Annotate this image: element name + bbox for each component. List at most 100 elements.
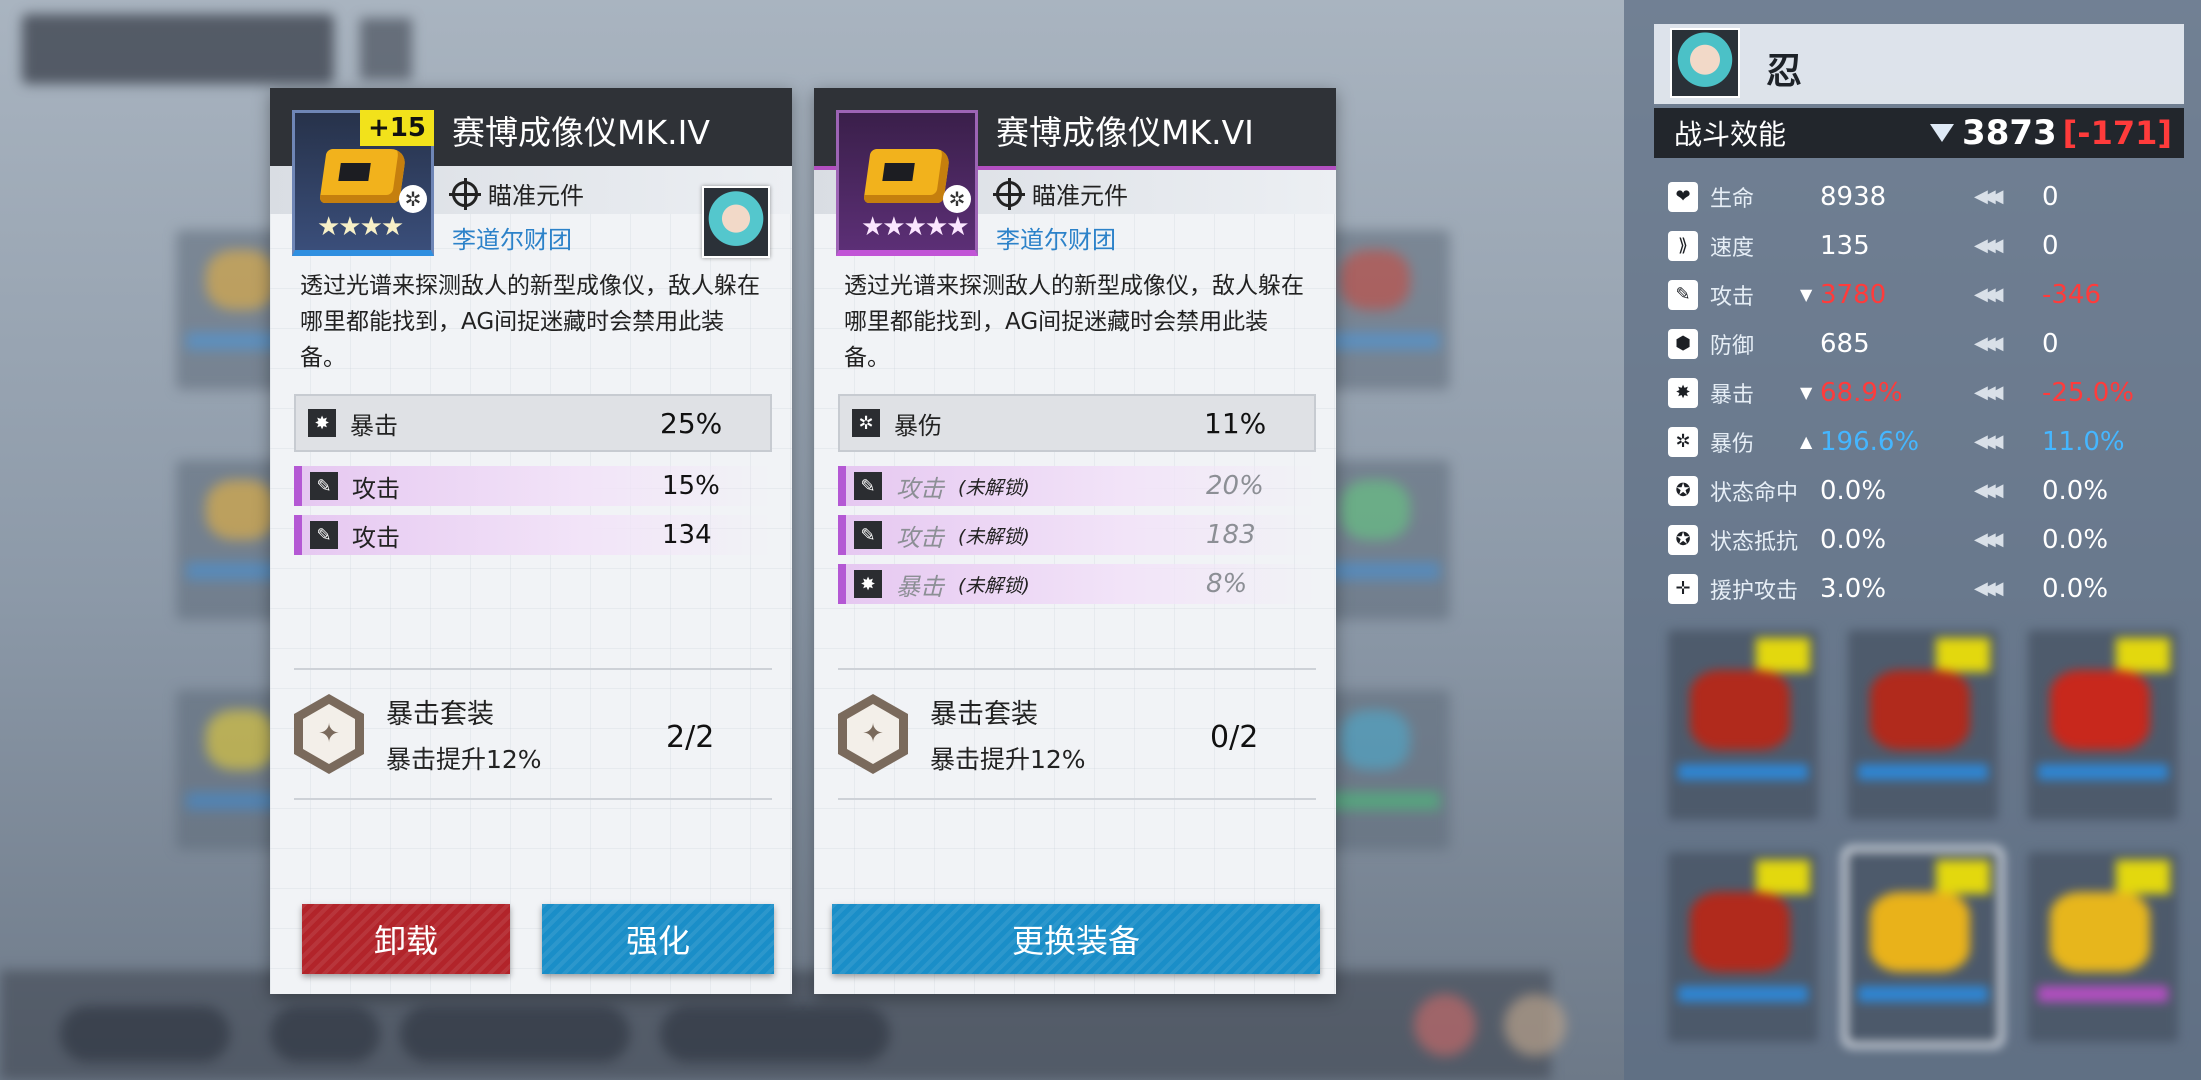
stat-value: 0.0%	[1820, 475, 1887, 506]
sub-stat-lock: (未解锁)	[958, 525, 1030, 548]
attack-icon: ✎	[310, 521, 338, 549]
compare-arrow-icon: ◀◀◀	[1974, 382, 2004, 403]
sub-stat: ✎ 攻击 (未解锁) 183	[838, 515, 1316, 555]
sub-stat-name: 攻击	[352, 523, 400, 552]
item-manufacturer: 李道尔财团	[996, 226, 1116, 254]
set-count: 0/2	[1210, 720, 1259, 755]
item-level-badge: +15	[360, 110, 434, 146]
item-type-label: 瞄准元件	[1032, 182, 1128, 210]
status-resist-icon: ✪	[1668, 524, 1698, 555]
item-icon: ✲ ★★★★ +15	[292, 110, 434, 256]
combat-power-bar: 战斗效能 3873 [-171]	[1654, 108, 2184, 158]
equipment-type-icon: ✲	[399, 185, 427, 213]
defense-icon: ⬢	[1668, 328, 1698, 359]
enhance-button[interactable]: 强化	[542, 904, 774, 974]
compare-item-card: ✲ ★★★★★ 赛博成像仪MK.VI 瞄准元件 李道尔财团 透过光谱来探测敌人的…	[814, 88, 1336, 994]
set-effect: 暴击提升12%	[386, 745, 542, 774]
stat-row: ⬢ 防御 685 ◀◀◀ 0	[1654, 319, 2184, 368]
stat-value: 3.0%	[1820, 573, 1887, 604]
attack-icon: ✎	[854, 521, 882, 549]
stat-list: ❤ 生命 8938 ◀◀◀ 0 ⟫ 速度 135 ◀◀◀ 0 ✎ 攻击 ▼ 3780 ◀◀◀ -346 ⬢ 防御 6…	[1654, 172, 2184, 613]
inventory-item[interactable]	[1668, 630, 1818, 820]
attack-icon: ✎	[1668, 279, 1698, 310]
equipment-type-icon: ✲	[943, 185, 971, 213]
unequip-button[interactable]: 卸载	[302, 904, 510, 974]
compare-arrow-icon: ◀◀◀	[1974, 186, 2004, 207]
inventory-item[interactable]	[1848, 630, 1998, 820]
stat-diff: 0.0%	[2042, 573, 2109, 604]
stat-value: 3780	[1820, 279, 1887, 310]
stat-trend-arrow: ▼	[1800, 383, 1813, 402]
item-manufacturer: 李道尔财团	[452, 226, 572, 254]
main-stat: ✸ 暴击 25%	[294, 394, 772, 452]
set-bonus-icon: ✦	[838, 694, 908, 774]
compare-arrow-icon: ◀◀◀	[1974, 529, 2004, 550]
stat-name: 攻击	[1710, 284, 1755, 310]
stat-diff: -346	[2042, 279, 2102, 310]
compare-arrow-icon: ◀◀◀	[1974, 284, 2004, 305]
item-description: 透过光谱来探测敌人的新型成像仪，敌人躲在哪里都能找到，AG间捉迷藏时会禁用此装备…	[300, 273, 760, 371]
status-hit-icon: ✪	[1668, 475, 1698, 506]
stat-value: 196.6%	[1820, 426, 1920, 457]
character-stat-panel: 忍 战斗效能 3873 [-171] ❤ 生命 8938 ◀◀◀ 0 ⟫ 速度 135 ◀◀◀ 0…	[1624, 0, 2201, 1080]
assist-attack-icon: ✛	[1668, 573, 1698, 604]
item-title: 赛博成像仪MK.VI	[996, 113, 1254, 152]
stat-row: ✎ 攻击 ▼ 3780 ◀◀◀ -346	[1654, 270, 2184, 319]
replace-equipment-button[interactable]: 更换装备	[832, 904, 1320, 974]
stat-name: 暴击	[1710, 382, 1755, 408]
sub-stat-value: 20%	[1206, 471, 1264, 501]
set-count: 2/2	[666, 720, 715, 755]
speed-icon: ⟫	[1668, 230, 1698, 261]
attack-icon: ✎	[310, 472, 338, 500]
inventory-item[interactable]	[2028, 852, 2178, 1042]
stat-diff: 0.0%	[2042, 475, 2109, 506]
item-type: 瞄准元件	[449, 176, 584, 211]
stat-diff: 0.0%	[2042, 524, 2109, 555]
stat-name: 状态命中	[1710, 480, 1799, 506]
compare-arrow-icon: ◀◀◀	[1974, 431, 2004, 452]
compare-arrow-icon: ◀◀◀	[1974, 578, 2004, 599]
character-avatar[interactable]	[1670, 28, 1740, 98]
inventory-item[interactable]	[1668, 852, 1818, 1042]
attack-icon: ✎	[854, 472, 882, 500]
set-name: 暴击套装	[386, 699, 494, 730]
compare-arrow-icon: ◀◀◀	[1974, 480, 2004, 501]
stat-name: 暴伤	[1710, 431, 1755, 457]
wearer-avatar	[702, 186, 770, 258]
bottom-circle-button	[1414, 994, 1476, 1056]
stat-row: ✪ 状态抵抗 0.0% ◀◀◀ 0.0%	[1654, 515, 2184, 564]
stat-trend-arrow: ▲	[1800, 432, 1813, 451]
character-header: 忍	[1654, 24, 2184, 104]
sub-stat: ✸ 暴击 (未解锁) 8%	[838, 564, 1316, 604]
set-effect: 暴击提升12%	[930, 745, 1086, 774]
item-title: 赛博成像仪MK.IV	[452, 113, 710, 152]
combat-power-value: 3873	[1962, 113, 2057, 153]
inventory-item-selected[interactable]	[1842, 846, 2004, 1048]
stat-value: 135	[1820, 230, 1870, 261]
stat-diff: 11.0%	[2042, 426, 2125, 457]
set-name: 暴击套装	[930, 699, 1038, 730]
compare-arrow-icon: ◀◀◀	[1974, 333, 2004, 354]
sub-stat-value: 183	[1206, 520, 1256, 550]
inventory-item[interactable]	[2028, 630, 2178, 820]
stat-name: 生命	[1710, 186, 1755, 212]
sub-stat-lock: (未解锁)	[958, 476, 1030, 499]
divider	[294, 668, 772, 670]
combat-power-diff: [-171]	[2062, 114, 2172, 152]
stat-diff: 0	[2042, 230, 2059, 261]
stat-row: ✪ 状态命中 0.0% ◀◀◀ 0.0%	[1654, 466, 2184, 515]
stat-trend-arrow: ▼	[1800, 285, 1813, 304]
sub-stat-lock: (未解锁)	[958, 574, 1030, 597]
stat-name: 防御	[1710, 333, 1755, 359]
stat-diff: 0	[2042, 181, 2059, 212]
item-type-label: 瞄准元件	[488, 182, 584, 210]
crosshair-icon	[993, 177, 1025, 210]
stat-row: ✛ 援护攻击 3.0% ◀◀◀ 0.0%	[1654, 564, 2184, 613]
main-stat-name: 暴击	[350, 411, 398, 440]
stat-row: ❤ 生命 8938 ◀◀◀ 0	[1654, 172, 2184, 221]
divider	[838, 798, 1316, 800]
crit-damage-icon: ✲	[1668, 426, 1698, 457]
stat-diff: -25.0%	[2042, 377, 2134, 408]
equipped-item-card: ✲ ★★★★ +15 赛博成像仪MK.IV 瞄准元件 李道尔财团 透过光谱来探测…	[270, 88, 792, 994]
crit-icon: ✸	[1668, 377, 1698, 408]
